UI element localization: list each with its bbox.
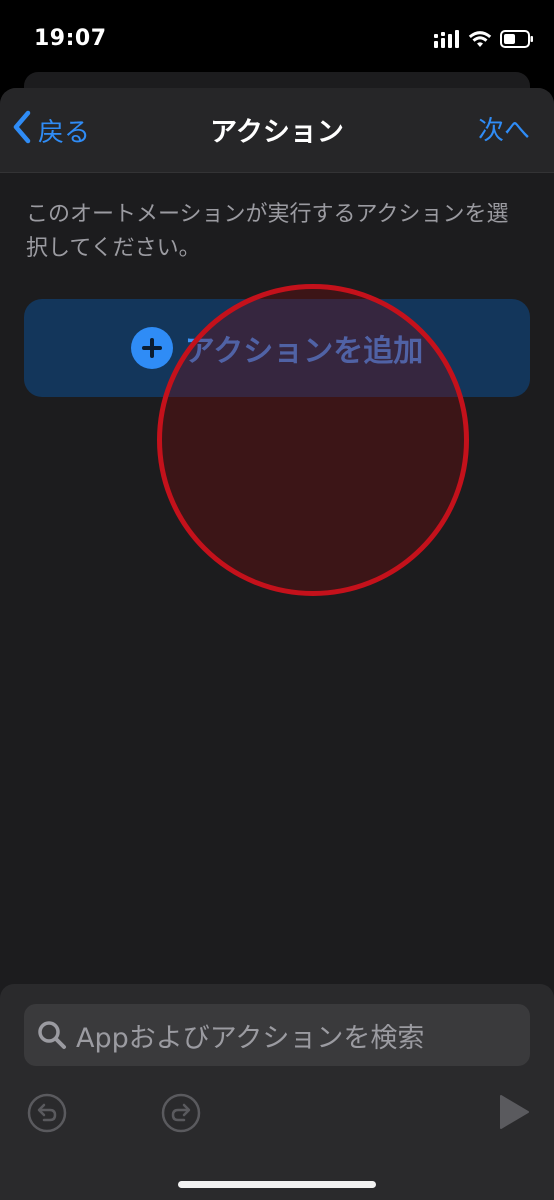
navigation-bar: 戻る アクション 次へ <box>0 88 554 173</box>
play-icon[interactable] <box>498 1094 530 1134</box>
actions-sheet: 戻る アクション 次へ このオートメーションが実行するアクションを選択してくださ… <box>0 88 554 1200</box>
redo-icon[interactable] <box>160 1092 202 1138</box>
search-input[interactable]: Appおよびアクションを検索 <box>24 1004 530 1066</box>
status-icons <box>434 30 534 52</box>
wifi-icon <box>468 30 492 52</box>
page-title: アクション <box>210 117 344 148</box>
action-search-panel: Appおよびアクションを検索 <box>0 984 554 1200</box>
search-icon <box>36 1019 68 1051</box>
plus-circle-icon <box>130 327 173 369</box>
home-indicator[interactable] <box>178 1181 376 1188</box>
tap-highlight-circle <box>157 284 469 596</box>
status-time: 19:07 <box>34 26 107 51</box>
cellular-signal-icon <box>434 30 460 52</box>
next-button[interactable]: 次へ <box>478 110 530 147</box>
battery-icon <box>500 30 534 52</box>
screen: 19:07 戻る アクション 次へ このオートメーションが実行するアクションを選… <box>0 0 554 1200</box>
undo-icon[interactable] <box>26 1092 68 1138</box>
status-bar: 19:07 <box>0 0 554 80</box>
search-placeholder: Appおよびアクションを検索 <box>76 1022 425 1054</box>
instruction-text: このオートメーションが実行するアクションを選択してください。 <box>26 202 509 261</box>
editor-toolbar <box>0 1084 554 1144</box>
